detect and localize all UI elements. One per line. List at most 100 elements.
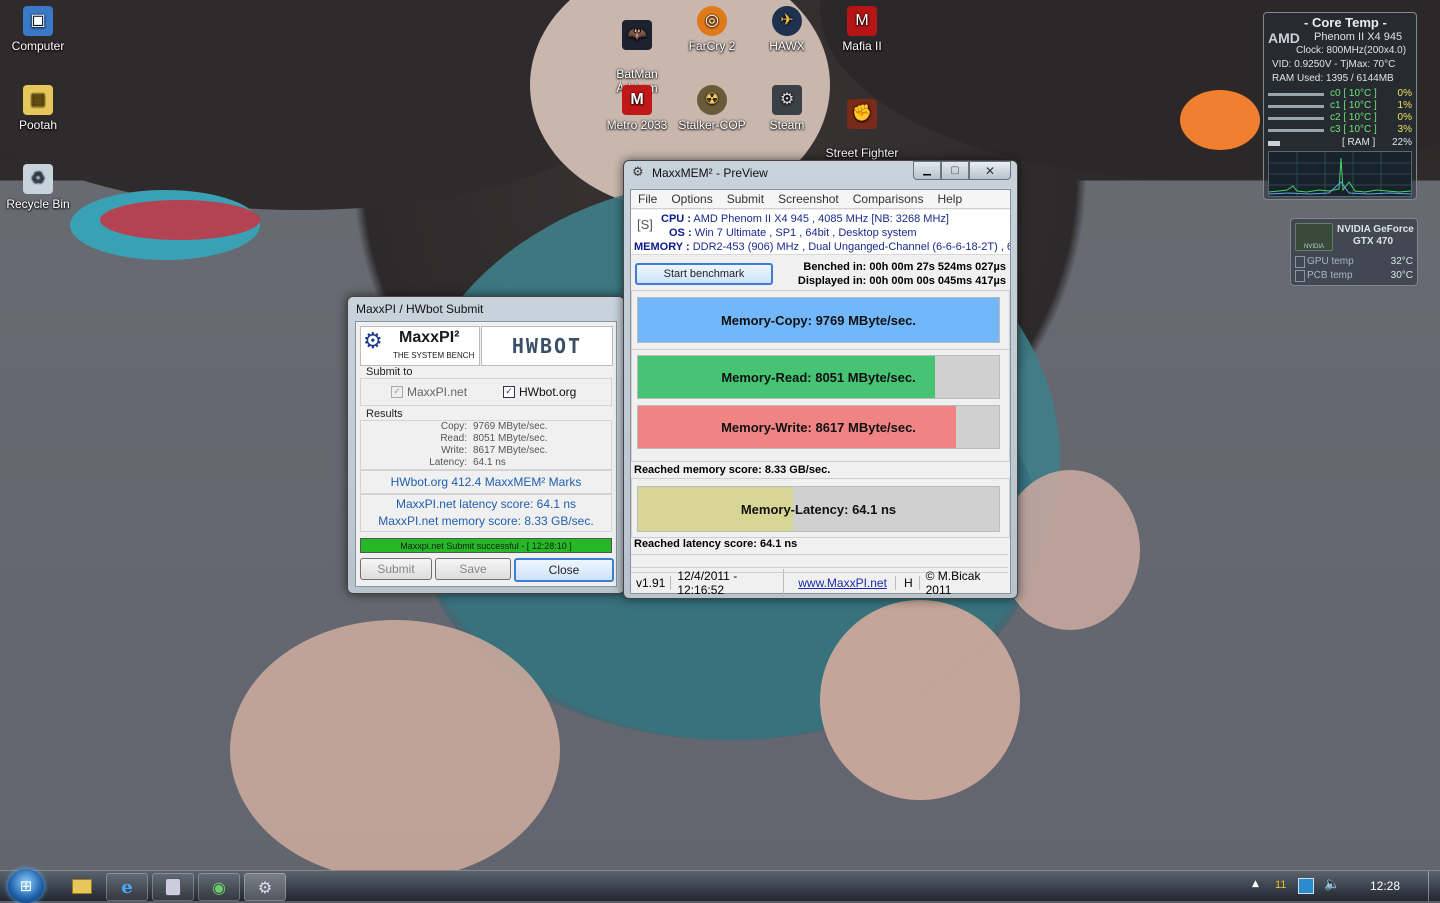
taskbar-app-2[interactable]: ◉ <box>198 873 240 901</box>
desktop-icon-pootah[interactable]: ▤ Pootah <box>0 85 76 132</box>
results-group: Copy: 9769 MByte/sec. Read: 8051 MByte/sec… <box>360 420 612 470</box>
desktop-icon-metro2033[interactable]: M Metro 2033 <box>599 85 675 132</box>
taskbar: ⊞ e ◉ ⚙ ▲ 11 🔈 12:28 <box>0 869 1440 903</box>
desktop-icon-stalker[interactable]: ☢ Stalker-COP <box>674 85 750 132</box>
ram-row: [ RAM ] 22% <box>1268 136 1412 150</box>
status-version: v1.91 <box>631 576 672 590</box>
latency-group: Memory-Latency: 64.1 ns <box>631 478 1010 538</box>
submit-button[interactable]: Submit <box>360 558 432 580</box>
checkbox-checked-icon: ✓ <box>503 386 515 398</box>
status-bar: v1.91 12/4/2011 - 12:16:52 www.MaxxPI.ne… <box>631 569 1008 597</box>
divider <box>631 554 1008 568</box>
show-desktop-button[interactable] <box>1428 871 1440 901</box>
minimize-button[interactable]: ▁ <box>913 161 941 180</box>
recycle-bin-icon: ♻ <box>23 164 53 194</box>
desktop-icon-label: Recycle Bin <box>6 197 70 211</box>
menu-file[interactable]: File <box>638 192 657 206</box>
desktop-icon-mafia2[interactable]: M Mafia II <box>824 6 900 53</box>
steam-icon: ⚙ <box>772 85 802 115</box>
menu-bar: File Options Submit Screenshot Compariso… <box>631 190 1010 209</box>
desktop-icon-batman[interactable]: 🦇 BatMan Arkham <box>599 6 675 95</box>
submit-status-bar: Maxxpi.net Submit successful - [ 12:28:1… <box>360 538 612 553</box>
memory-write-label: Memory-Write: 8617 MByte/sec. <box>721 419 916 435</box>
desktop-icon-label: Metro 2033 <box>606 118 668 132</box>
gpu-gadget[interactable]: NVIDIA NVIDIA GeForce GTX 470 GPU temp 3… <box>1290 218 1418 286</box>
cpu-line: CPU : AMD Phenom II X4 945 , 4085 MHz [N… <box>661 213 949 225</box>
desktop-icon-computer[interactable]: ▣ Computer <box>0 6 76 53</box>
menu-submit[interactable]: Submit <box>727 192 764 206</box>
volume-icon[interactable]: 🔈 <box>1324 877 1340 892</box>
maximize-button[interactable]: ▢ <box>941 161 969 180</box>
internet-explorer-icon: e <box>121 876 133 898</box>
latency-score: Reached latency score: 64.1 ns <box>634 538 798 550</box>
maxxmem-client: File Options Submit Screenshot Compariso… <box>630 189 1011 597</box>
taskbar-explorer[interactable] <box>62 873 102 899</box>
menu-help[interactable]: Help <box>937 192 962 206</box>
taskbar-app-1[interactable] <box>152 873 194 901</box>
memory-latency-label: Memory-Latency: 64.1 ns <box>740 501 897 517</box>
bandwidth-group: Memory-Copy: 9769 MByte/sec. Memory-Read… <box>631 290 1010 462</box>
taskbar-maxxmem[interactable]: ⚙ <box>244 873 286 901</box>
benched-time: Benched in: 00h 00m 27s 524ms 027µs <box>803 261 1006 273</box>
desktop-icon-steam[interactable]: ⚙ Steam <box>749 85 825 132</box>
maxxpi-checkbox[interactable]: ✓ MaxxPI.net <box>391 385 467 399</box>
displayed-time: Displayed in: 00h 00m 00s 045ms 417µs <box>797 275 1006 287</box>
application-icon <box>165 878 181 896</box>
desktop-icon-label: HAWX <box>769 39 805 53</box>
coretemp-gadget[interactable]: - Core Temp - AMD Phenom II X4 945 Clock… <box>1263 12 1417 200</box>
coretemp-brand: AMD <box>1268 30 1300 46</box>
core-row: c2 [ 10°C ] 0% <box>1268 112 1412 124</box>
hwbot-logo: HWBOT <box>481 326 613 366</box>
computer-icon: ▣ <box>23 6 53 36</box>
memory-score: Reached memory score: 8.33 GB/sec. <box>634 464 831 476</box>
hwbot-checkbox[interactable]: ✓ HWbot.org <box>503 385 576 399</box>
thermometer-icon <box>1295 270 1305 282</box>
scores-box: MaxxPI.net latency score: 64.1 ns MaxxPI… <box>360 494 612 532</box>
status-datetime: 12/4/2011 - 12:16:52 <box>671 569 785 597</box>
gears-icon: ⚙ <box>363 329 383 354</box>
hwbot-client: ⚙ MaxxPI² THE SYSTEM BENCH HWBOT Submit … <box>355 321 617 587</box>
hwbot-submit-window[interactable]: MaxxPI / HWbot Submit ⚙ MaxxPI² THE SYST… <box>347 296 625 594</box>
window-title: MaxxPI / HWbot Submit <box>356 302 484 316</box>
desktop-icon-farcry2[interactable]: ◎ FarCry 2 <box>674 6 750 53</box>
metro-game-icon: M <box>622 85 652 115</box>
batman-game-icon: 🦇 <box>622 20 652 50</box>
coretemp-ram-used: RAM Used: 1395 / 6144MB <box>1272 73 1394 84</box>
start-button[interactable]: ⊞ <box>8 869 44 903</box>
gpu-temp-row: GPU temp 32°C <box>1295 256 1413 268</box>
status-copyright: © M.Bicak 2011 <box>925 569 981 597</box>
desktop-icon-recycle-bin[interactable]: ♻ Recycle Bin <box>0 164 76 211</box>
memory-write-bar: Memory-Write: 8617 MByte/sec. <box>637 405 1000 449</box>
mafia-game-icon: M <box>847 6 877 36</box>
coretemp-core-list: c0 [ 10°C ] 0% c1 [ 10°C ] 1% c2 [ 10°C ] 0… <box>1268 88 1412 150</box>
bar-separator <box>632 349 1009 350</box>
folder-icon <box>72 878 92 894</box>
maxxmem-window[interactable]: ⚙ MaxxMEM² - PreView ▁ ▢ ✕ File Options … <box>623 160 1018 599</box>
result-row: Latency: 64.1 ns <box>429 457 506 468</box>
tray-temp-count[interactable]: 11 <box>1275 879 1286 891</box>
hwbot-marks-box: HWbot.org 412.4 MaxxMEM² Marks <box>360 470 612 494</box>
coretemp-title: - Core Temp - <box>1304 15 1387 30</box>
save-button[interactable]: Save <box>435 558 511 580</box>
gpu-name-line1: NVIDIA GeForce <box>1337 224 1414 235</box>
memory-read-label: Memory-Read: 8051 MByte/sec. <box>721 369 916 385</box>
memory-score: MaxxPI.net memory score: 8.33 GB/sec. <box>378 514 594 528</box>
clock[interactable]: 12:28 <box>1370 879 1400 893</box>
core-row: c0 [ 10°C ] 0% <box>1268 88 1412 100</box>
menu-screenshot[interactable]: Screenshot <box>778 192 839 206</box>
desktop-icon-label: Steam <box>769 118 805 132</box>
tray-app-icon[interactable] <box>1298 878 1314 894</box>
os-line: OS : Win 7 Ultimate , SP1 , 64bit , Desk… <box>669 227 917 239</box>
close-button[interactable]: Close <box>514 558 614 582</box>
close-window-button[interactable]: ✕ <box>969 161 1011 180</box>
start-benchmark-button[interactable]: Start benchmark <box>635 263 773 285</box>
show-hidden-icons-icon[interactable]: ▲ <box>1252 879 1259 889</box>
checkbox-checked-icon: ✓ <box>391 386 403 398</box>
desktop-icon-label: Pootah <box>18 118 58 132</box>
taskbar-internet-explorer[interactable]: e <box>106 873 148 901</box>
desktop-icon-hawx[interactable]: ✈ HAWX <box>749 6 825 53</box>
result-row: Copy: 9769 MByte/sec. <box>440 421 548 432</box>
menu-comparisons[interactable]: Comparisons <box>853 192 924 206</box>
status-link[interactable]: www.MaxxPI.net <box>784 576 896 590</box>
menu-options[interactable]: Options <box>671 192 712 206</box>
